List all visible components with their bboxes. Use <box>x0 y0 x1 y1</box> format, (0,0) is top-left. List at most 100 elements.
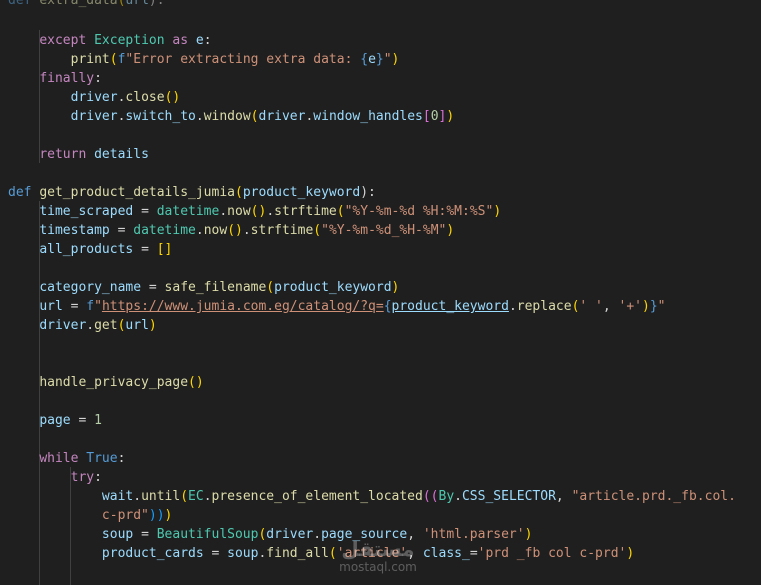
code-token: close <box>125 90 165 105</box>
code-token: strftime <box>274 204 337 219</box>
code-token: ' ' <box>579 299 603 314</box>
code-token: e <box>368 52 376 67</box>
code-token: ) <box>642 299 650 314</box>
code-line: all_products = [] <box>8 240 172 259</box>
code-token: datetime <box>156 204 220 219</box>
code-token: ) <box>446 223 455 238</box>
code-token: c-prd" <box>101 508 149 523</box>
code-line: soup = BeautifulSoup(driver.page_source,… <box>8 525 533 544</box>
code-token: () <box>227 223 243 238</box>
code-token: " <box>383 52 392 67</box>
code-token: handle_privacy_page <box>39 375 189 390</box>
code-token: = <box>78 413 87 428</box>
code-token: try <box>70 470 95 485</box>
code-token: soup <box>227 546 259 561</box>
code-token: . <box>195 223 204 238</box>
code-token: until <box>141 489 181 504</box>
code-token: presence_of_element_located <box>211 489 423 504</box>
code-token: 0 <box>430 109 439 124</box>
code-token: soup <box>101 527 134 542</box>
code-token: e <box>195 33 204 48</box>
code-token: safe_filename <box>164 280 267 295</box>
code-token: True <box>86 451 118 466</box>
code-token: : <box>117 451 126 466</box>
code-token: now <box>203 223 228 238</box>
code-line: page = 1 <box>8 411 102 430</box>
code-token: . <box>86 318 95 333</box>
code-line: wait.until(EC.presence_of_element_locate… <box>8 487 736 506</box>
code-token: except <box>39 33 87 48</box>
code-token: = <box>148 280 157 295</box>
code-line: time_scraped = datetime.now().strftime("… <box>8 202 501 221</box>
code-token: ( <box>336 204 345 219</box>
code-token: ) <box>391 280 400 295</box>
code-token: finally <box>39 71 95 86</box>
code-token: ): <box>148 0 165 8</box>
code-token: while <box>39 451 79 466</box>
code-token: product_keyword <box>242 185 361 200</box>
code-token: ): <box>360 185 376 200</box>
code-line: timestamp = datetime.now().strftime("%Y-… <box>8 221 454 240</box>
code-token: { <box>360 52 369 67</box>
code-token: window_handles <box>313 109 423 124</box>
code-token: datetime <box>133 223 196 238</box>
code-token: category_name <box>39 280 142 295</box>
code-token: ) <box>626 546 635 561</box>
code-token: driver <box>39 318 87 333</box>
code-token: driver <box>70 90 118 105</box>
code-token: switch_to <box>125 109 196 124</box>
code-token: CSS_SELECTOR <box>461 489 556 504</box>
code-token: { <box>383 299 392 314</box>
code-token: = <box>141 242 149 257</box>
code-token: : <box>203 33 212 48</box>
code-line: url = f"https://www.jumia.com.eg/catalog… <box>8 297 666 316</box>
code-token: } <box>375 52 384 67</box>
code-token: 'prd _fb col c-prd' <box>477 546 627 561</box>
code-token: . <box>203 489 212 504</box>
url-link[interactable]: https://www.jumia.com.eg/catalog/?q= <box>102 299 384 314</box>
code-token: , <box>555 489 572 504</box>
code-editor[interactable]: def extra_data(url): except Exception as… <box>0 0 761 585</box>
code-token: ) <box>164 508 173 523</box>
code-token: all_products <box>39 242 134 257</box>
code-token: [] <box>156 242 173 257</box>
code-line: print(f"Error extracting extra data: {e}… <box>8 50 400 69</box>
watermark-logo: مستقل <box>341 537 415 561</box>
code-token: ) <box>391 52 400 67</box>
code-token: . <box>454 489 462 504</box>
code-token: driver <box>258 109 306 124</box>
code-line: except Exception as e: <box>8 31 212 50</box>
code-token: = <box>141 204 149 219</box>
code-token: " <box>94 299 102 314</box>
code-token: , <box>602 299 619 314</box>
code-token: wait <box>101 489 134 504</box>
code-token: )) <box>148 508 165 523</box>
code-token: () <box>250 204 267 219</box>
code-line: def extra_data(url): <box>8 0 165 10</box>
code-token: ) <box>493 204 502 219</box>
code-line: driver.get(url) <box>8 316 156 335</box>
code-token: ( <box>180 489 189 504</box>
code-token: EC <box>188 489 204 504</box>
code-token: = <box>117 223 126 238</box>
code-token: ) <box>524 527 533 542</box>
mostaql-watermark: مستقل mostaql.com <box>318 538 438 578</box>
code-token: . <box>195 109 204 124</box>
code-token: . <box>266 204 275 219</box>
code-line: handle_privacy_page() <box>8 373 203 392</box>
code-token: ( <box>313 223 322 238</box>
code-token: as <box>172 33 189 48</box>
code-token: 1 <box>94 413 102 428</box>
code-token: Exception <box>94 33 165 48</box>
code-token: } <box>649 299 658 314</box>
code-token: extra_data <box>39 0 118 8</box>
code-token: [ <box>422 109 431 124</box>
code-token: 'html.parser' <box>422 527 525 542</box>
code-token: f <box>86 299 95 314</box>
code-token: url <box>39 299 63 314</box>
code-token: '+' <box>618 299 643 314</box>
code-token: time_scraped <box>39 204 134 219</box>
code-token: window <box>203 109 251 124</box>
code-token: = <box>469 546 478 561</box>
code-token: " <box>657 299 666 314</box>
